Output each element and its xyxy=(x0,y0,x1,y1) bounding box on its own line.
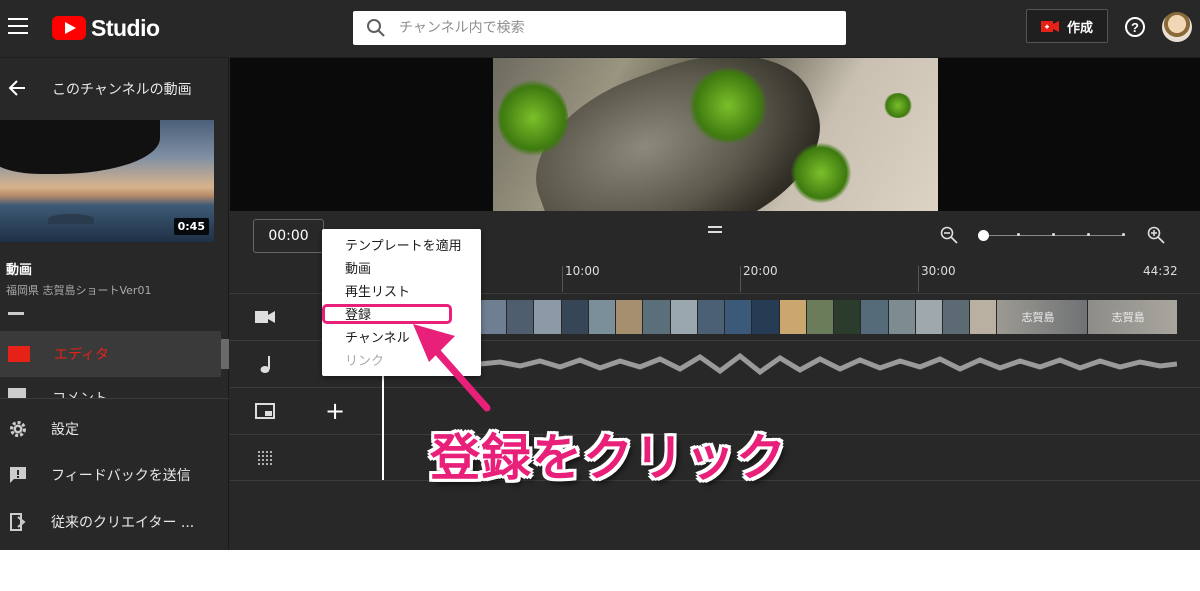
sidebar-item-label: フィードバックを送信 xyxy=(51,468,191,484)
film-frame-title: 志賀島 xyxy=(1111,311,1145,324)
youtube-play-icon xyxy=(52,16,86,40)
ruler-tick xyxy=(562,266,563,292)
film-frame xyxy=(752,300,779,334)
annotation-text: 登録をクリック xyxy=(430,429,787,487)
back-label: このチャンネルの動画 xyxy=(52,82,192,98)
menu-item-playlist[interactable]: 再生リスト xyxy=(322,281,481,304)
sidebar-divider xyxy=(0,398,229,399)
avatar[interactable] xyxy=(1162,12,1192,42)
nav-collapsed-item[interactable] xyxy=(8,312,24,315)
film-frame xyxy=(534,300,561,334)
preview-frame-image xyxy=(493,58,938,211)
classic-studio-icon xyxy=(7,511,29,533)
film-frame xyxy=(888,300,915,334)
film-frame-titled: 志賀島 xyxy=(1087,300,1177,334)
film-frame xyxy=(942,300,970,334)
video-duration-badge: 0:45 xyxy=(173,218,209,235)
film-frame xyxy=(970,300,997,334)
sidebar-item-label: コメント xyxy=(52,388,108,398)
film-frame xyxy=(561,300,588,334)
music-note-icon xyxy=(254,353,276,375)
sidebar-item-classic-studio[interactable]: 従来のクリエイター ... xyxy=(0,500,229,544)
zoom-in-icon[interactable] xyxy=(1147,226,1165,244)
sidebar: このチャンネルの動画 0:45 動画 福岡県 志賀島ショートVer01 エディタ… xyxy=(0,58,229,550)
picture-in-picture-icon xyxy=(254,400,276,422)
film-frame xyxy=(725,300,752,334)
sidebar-item-editor[interactable]: エディタ xyxy=(0,331,229,377)
film-frame xyxy=(697,300,725,334)
annotation-arrow xyxy=(413,324,491,412)
current-time-input[interactable]: 00:00 xyxy=(253,219,324,253)
video-preview[interactable] xyxy=(230,58,1200,211)
preview-moss xyxy=(498,78,568,158)
zoom-slider-handle[interactable] xyxy=(978,230,989,241)
video-title: 福岡県 志賀島ショートVer01 xyxy=(6,284,152,297)
film-frame xyxy=(616,300,643,334)
studio-logo[interactable]: Studio xyxy=(52,14,160,42)
film-frame xyxy=(806,300,834,334)
create-button[interactable]: 作成 xyxy=(1026,9,1108,43)
sidebar-item-label: 設定 xyxy=(51,422,79,438)
menu-icon[interactable] xyxy=(8,18,28,36)
help-icon[interactable]: ? xyxy=(1125,17,1145,37)
menu-item-video[interactable]: 動画 xyxy=(322,258,481,281)
thumbnail-island xyxy=(48,214,94,224)
zoom-step-dot xyxy=(1087,233,1090,236)
ruler-tick-label: 30:00 xyxy=(921,264,956,278)
logo-text: Studio xyxy=(91,14,160,41)
sidebar-item-feedback[interactable]: フィードバックを送信 xyxy=(0,453,229,497)
search-box xyxy=(353,11,846,45)
zoom-step-dot xyxy=(1017,233,1020,236)
video-filmstrip[interactable]: 志賀島 志賀島 xyxy=(480,300,1177,334)
clapperboard-icon xyxy=(8,346,30,362)
gear-icon xyxy=(7,418,29,440)
sidebar-item-label: エディタ xyxy=(54,347,110,363)
zoom-step-dot xyxy=(1122,233,1125,236)
film-frame-titled: 志賀島 xyxy=(997,300,1087,334)
video-section-label: 動画 xyxy=(6,263,33,278)
blur-grid-icon xyxy=(254,447,276,469)
add-element-icon[interactable]: + xyxy=(325,397,345,425)
back-arrow-icon[interactable] xyxy=(8,77,30,102)
film-frame xyxy=(588,300,616,334)
preview-moss xyxy=(883,93,913,118)
film-frame xyxy=(915,300,942,334)
resize-handle-icon[interactable] xyxy=(708,226,722,236)
film-frame xyxy=(861,300,888,334)
film-frame xyxy=(670,300,697,334)
zoom-out-icon[interactable] xyxy=(940,226,958,244)
sidebar-item-comments[interactable]: コメント xyxy=(0,384,221,398)
ruler-tick xyxy=(918,266,919,292)
playhead[interactable] xyxy=(382,373,384,480)
film-frame xyxy=(834,300,861,334)
thumbnail-tree-silhouette xyxy=(0,120,160,174)
menu-item-template[interactable]: テンプレートを適用 xyxy=(322,235,481,258)
preview-moss xyxy=(688,68,768,143)
ruler-tick-label: 20:00 xyxy=(743,264,778,278)
ruler-tick-label: 10:00 xyxy=(565,264,600,278)
comment-icon xyxy=(8,388,26,398)
ruler-tick xyxy=(740,266,741,292)
zoom-step-dot xyxy=(1052,233,1055,236)
video-camera-icon xyxy=(1040,20,1059,32)
film-frame xyxy=(643,300,670,334)
film-frame xyxy=(507,300,534,334)
search-input[interactable] xyxy=(399,20,819,36)
feedback-icon xyxy=(7,464,29,486)
back-to-channel-videos[interactable]: このチャンネルの動画 xyxy=(0,58,229,120)
video-camera-icon xyxy=(254,306,276,328)
search-icon[interactable] xyxy=(353,18,399,38)
preview-moss xyxy=(791,143,851,203)
video-thumbnail[interactable]: 0:45 xyxy=(0,120,214,242)
film-frame-title: 志賀島 xyxy=(1021,311,1055,324)
sidebar-item-label: 従来のクリエイター ... xyxy=(51,515,195,531)
audio-waveform xyxy=(480,352,1177,376)
create-label: 作成 xyxy=(1066,20,1093,36)
top-bar: Studio 作成 ? xyxy=(0,0,1200,58)
sidebar-item-settings[interactable]: 設定 xyxy=(0,407,229,451)
ruler-tick-label: 44:32 xyxy=(1143,264,1178,278)
film-frame xyxy=(779,300,806,334)
